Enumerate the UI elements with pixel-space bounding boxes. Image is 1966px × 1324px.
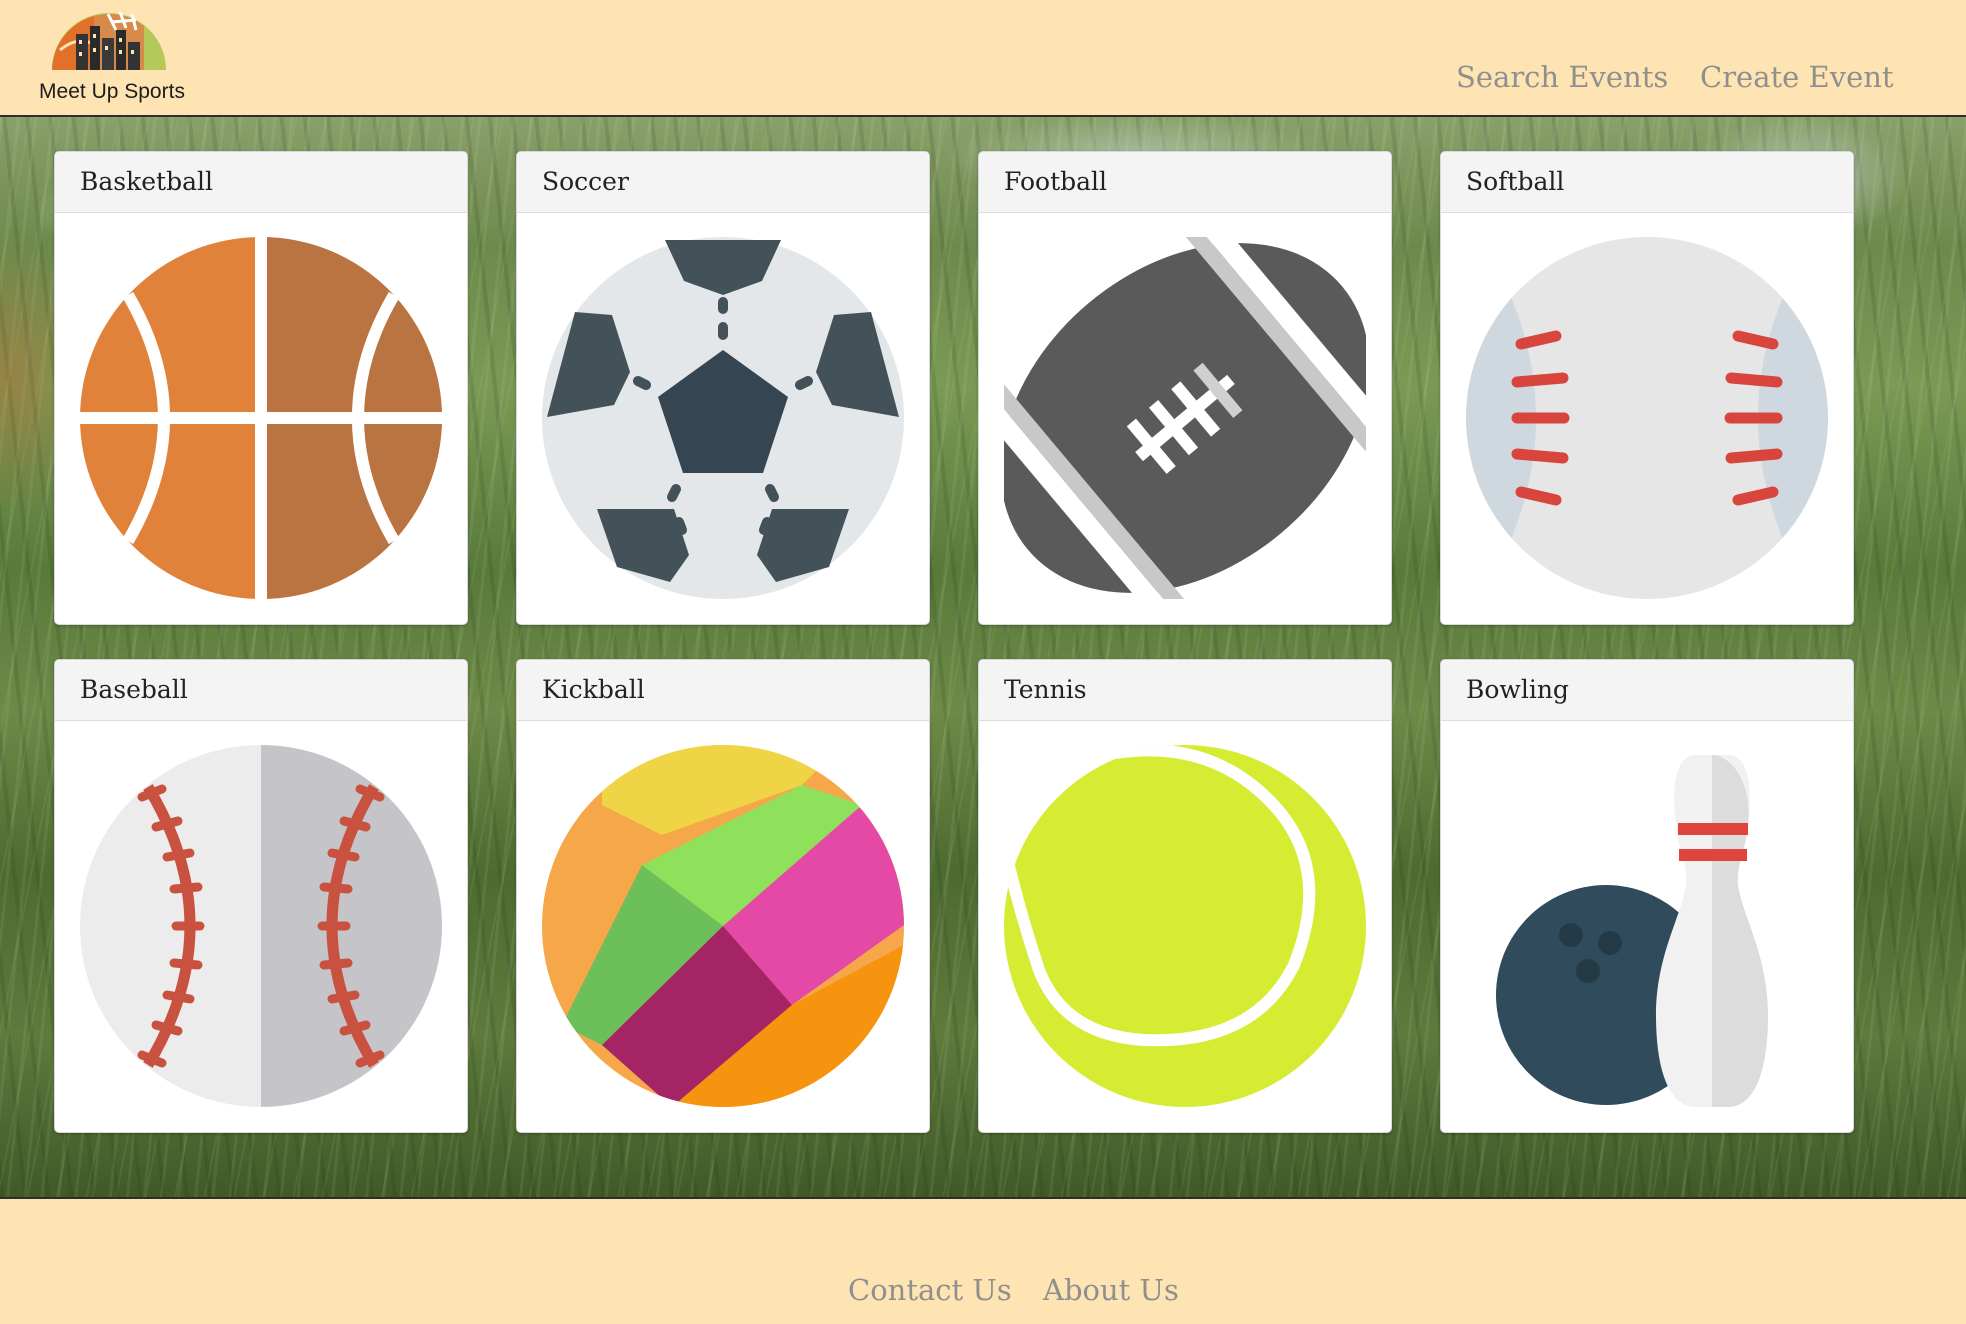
site-footer: Contact Us About Us — [0, 1199, 1966, 1324]
basketball-icon — [80, 237, 442, 599]
bowling-icon — [1466, 745, 1828, 1107]
sports-grid-area: Basketball Soccer Football Softball Base… — [0, 117, 1966, 1199]
softball-icon — [1466, 237, 1828, 599]
tennis-ball-icon — [1004, 745, 1366, 1107]
logo-icon — [52, 11, 166, 70]
nav-search-events[interactable]: Search Events — [1456, 60, 1668, 94]
sport-card-title: Softball — [1441, 152, 1853, 213]
site-header: Meet Up Sports Search Events Create Even… — [0, 0, 1966, 117]
soccer-ball-icon — [542, 237, 904, 599]
sport-card-title: Soccer — [517, 152, 929, 213]
site-logo[interactable]: Meet Up Sports — [30, 4, 190, 112]
nav-create-event[interactable]: Create Event — [1700, 60, 1894, 94]
sport-card-title: Tennis — [979, 660, 1391, 721]
sport-card-softball[interactable]: Softball — [1440, 151, 1854, 625]
sport-card-bowling[interactable]: Bowling — [1440, 659, 1854, 1133]
sport-card-title: Football — [979, 152, 1391, 213]
sport-card-baseball[interactable]: Baseball — [54, 659, 468, 1133]
sport-card-basketball[interactable]: Basketball — [54, 151, 468, 625]
sport-card-title: Bowling — [1441, 660, 1853, 721]
sport-card-title: Basketball — [55, 152, 467, 213]
sport-card-title: Baseball — [55, 660, 467, 721]
sport-card-kickball[interactable]: Kickball — [516, 659, 930, 1133]
sport-card-tennis[interactable]: Tennis — [978, 659, 1392, 1133]
kickball-icon — [542, 745, 904, 1107]
sport-card-title: Kickball — [517, 660, 929, 721]
footer-contact-us-link[interactable]: Contact Us — [848, 1273, 1012, 1307]
sport-card-football[interactable]: Football — [978, 151, 1392, 625]
sport-card-soccer[interactable]: Soccer — [516, 151, 930, 625]
football-icon — [1004, 237, 1366, 599]
footer-about-us-link[interactable]: About Us — [1043, 1273, 1179, 1307]
logo-text: Meet Up Sports — [39, 80, 185, 103]
baseball-icon — [80, 745, 442, 1107]
